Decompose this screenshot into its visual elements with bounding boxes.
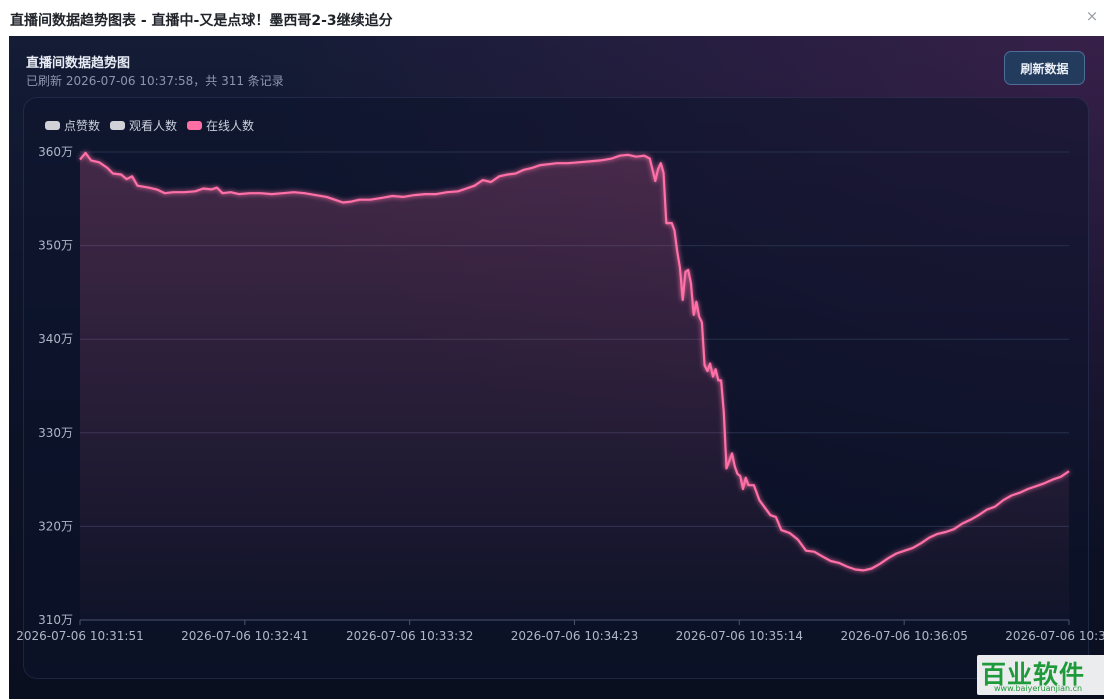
window-title: 直播间数据趋势图表 - 直播中-又是点球！墨西哥2-3继续追分 — [10, 13, 393, 29]
x-tick-label: 2026-07-06 10:36:05 — [840, 629, 967, 643]
y-tick-label: 360万 — [38, 145, 73, 159]
x-tick-label: 2026-07-06 10:31:51 — [16, 629, 143, 643]
x-tick-label: 2026-07-06 10:34:23 — [511, 629, 638, 643]
x-tick-label: 2026-07-06 10:33:32 — [346, 629, 473, 643]
y-tick-label: 350万 — [38, 239, 73, 253]
y-tick-label: 340万 — [38, 332, 73, 346]
x-tick-label: 2026-07-06 10:36:55 — [1005, 629, 1104, 643]
series-area-online — [80, 152, 1069, 620]
x-tick-label: 2026-07-06 10:35:14 — [676, 629, 803, 643]
chart-panel: 直播间数据趋势图 已刷新 2026-07-06 10:37:58，共 311 条… — [9, 36, 1104, 699]
y-tick-label: 320万 — [38, 519, 73, 533]
close-icon[interactable]: × — [1084, 8, 1100, 24]
x-tick-label: 2026-07-06 10:32:41 — [181, 629, 308, 643]
y-tick-label: 310万 — [38, 613, 73, 627]
watermark-url: www.baiyeruanjian.cn — [994, 684, 1083, 693]
watermark-logo: 百业软件 www.baiyeruanjian.cn — [977, 655, 1107, 695]
y-tick-label: 330万 — [38, 426, 73, 440]
line-chart: 310万 320万 330万 340万 350万 360万 2026-07-06 10:31… — [16, 145, 1104, 643]
